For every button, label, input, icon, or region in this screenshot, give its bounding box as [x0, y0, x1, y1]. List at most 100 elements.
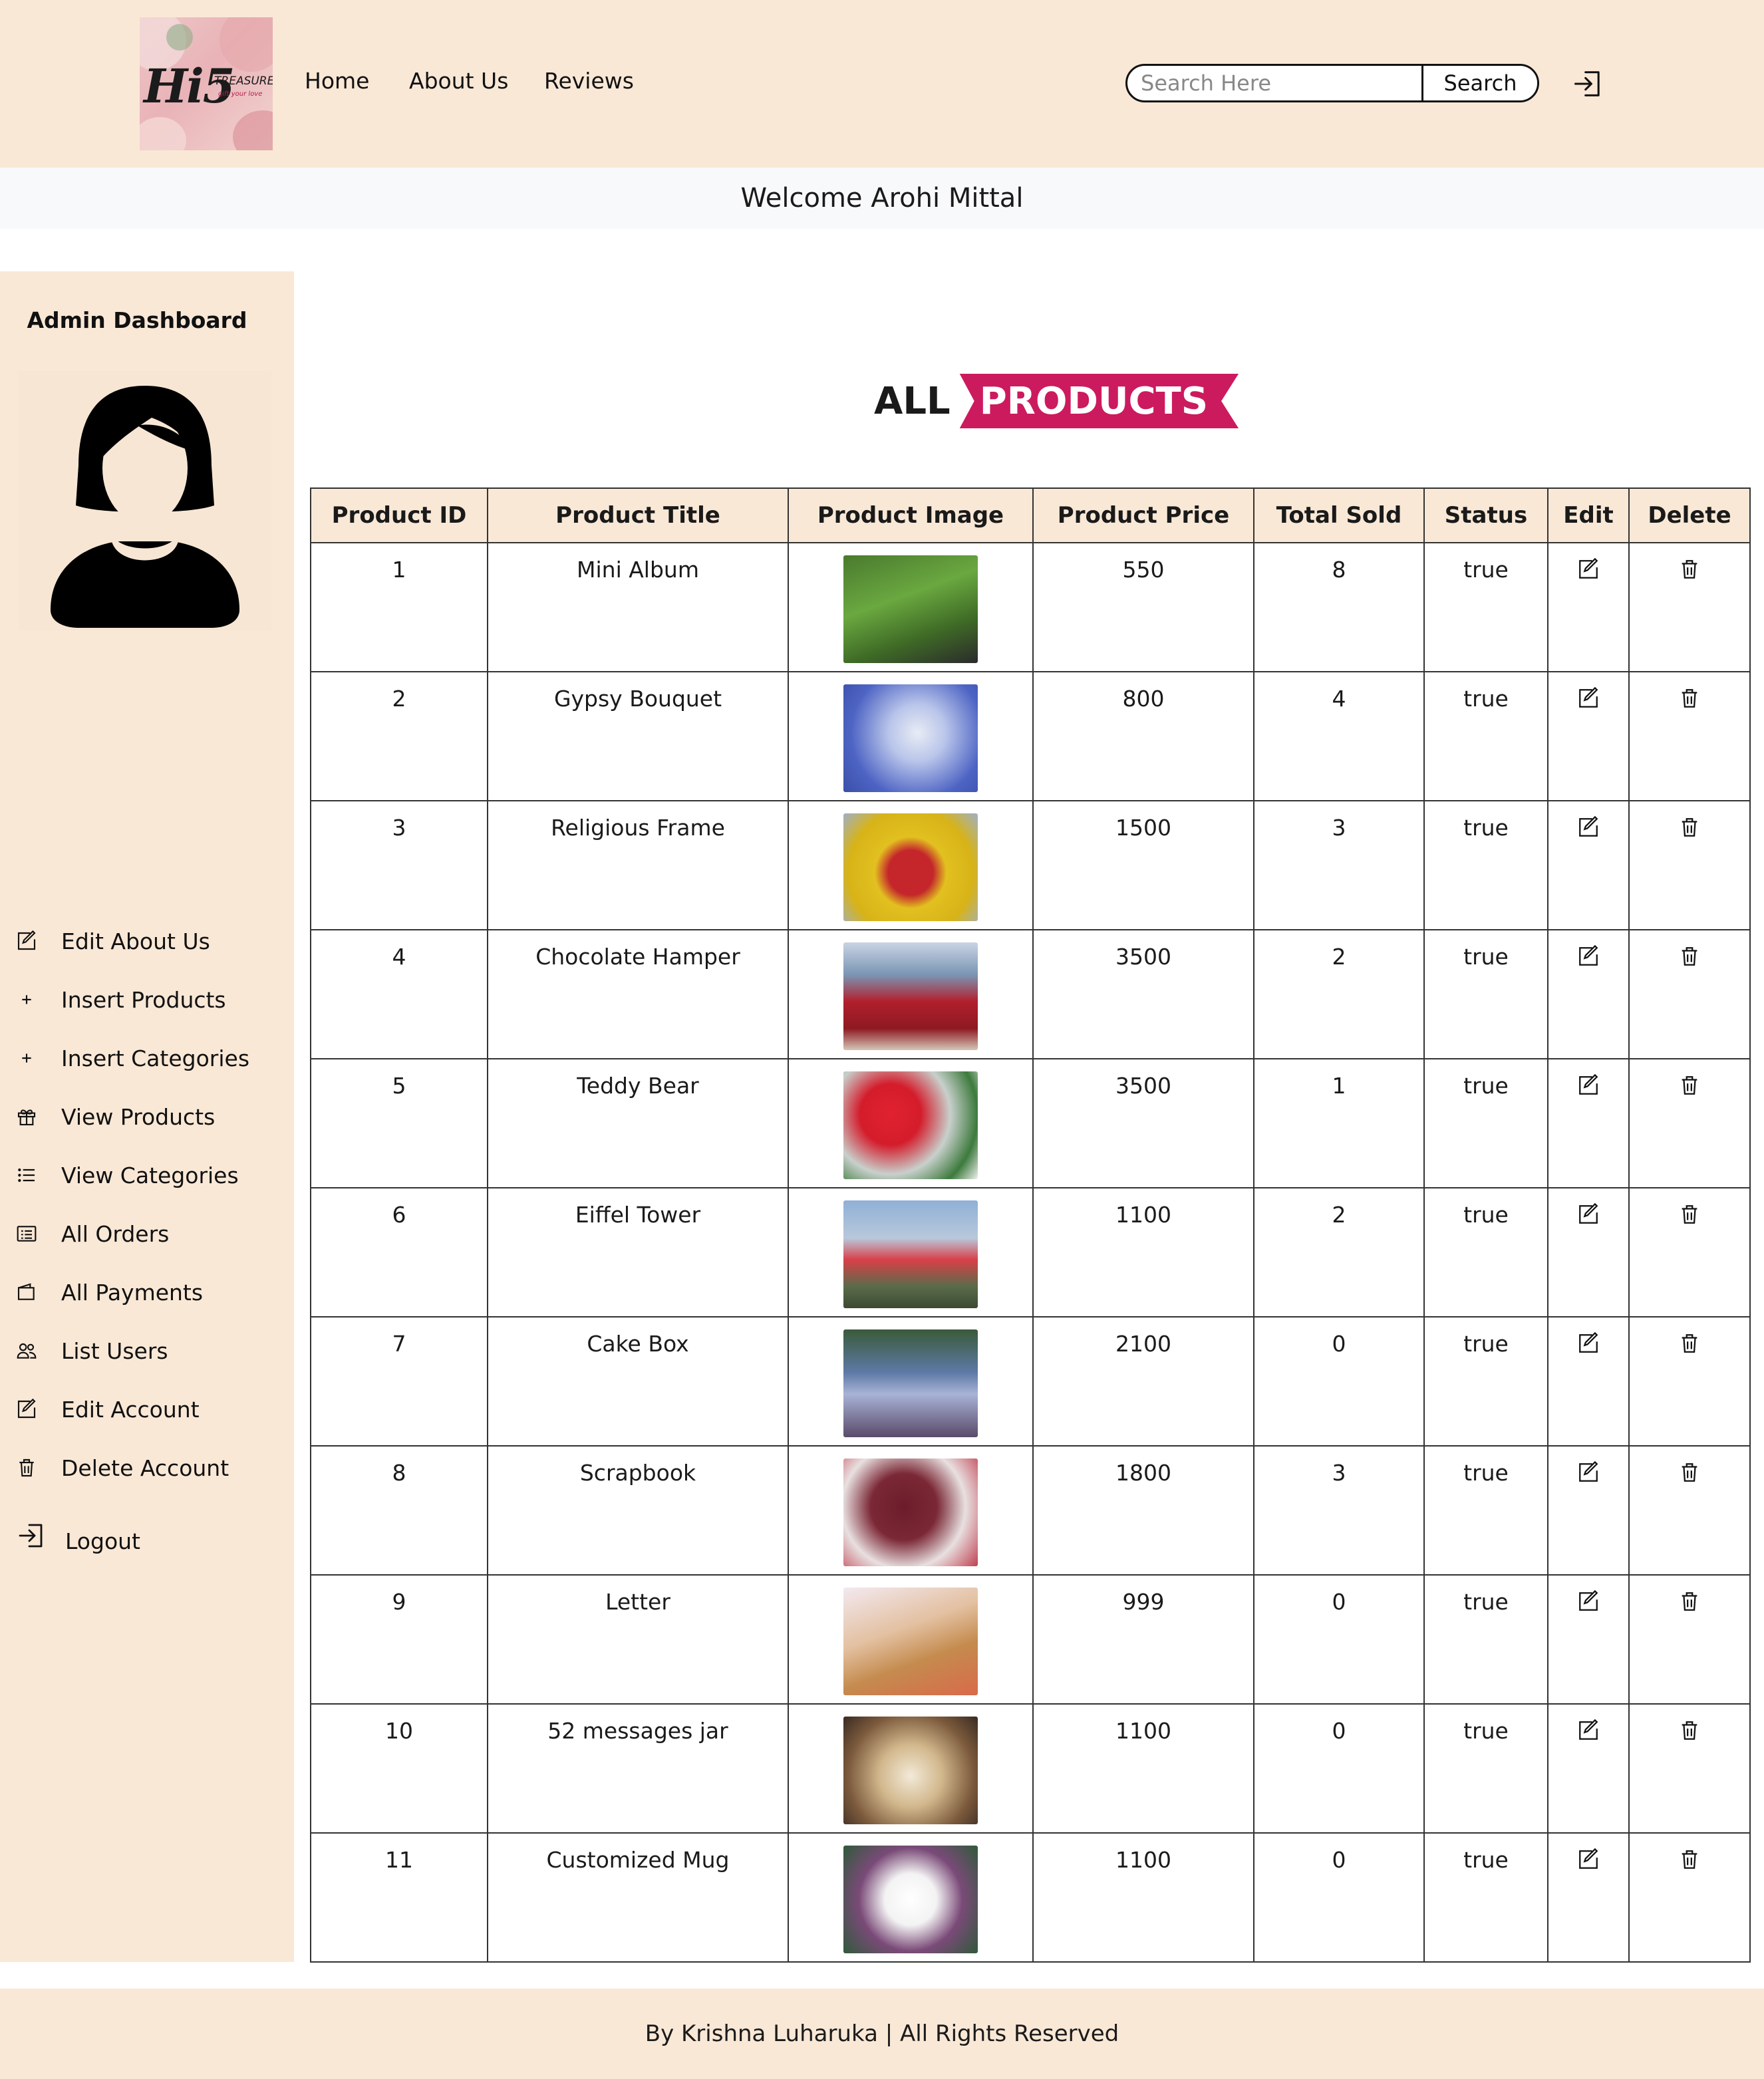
- logo-tagline: gift your love: [218, 90, 263, 98]
- edit-icon[interactable]: [1577, 1590, 1600, 1613]
- sidebar-item-list-users[interactable]: List Users: [15, 1334, 168, 1367]
- product-id-cell: 7: [310, 1316, 488, 1447]
- edit-cell: [1547, 1832, 1630, 1963]
- sidebar-item-delete-account[interactable]: Delete Account: [15, 1451, 229, 1484]
- trash-icon[interactable]: [1678, 687, 1701, 710]
- status-cell: true: [1423, 1445, 1548, 1576]
- trash-icon[interactable]: [1678, 816, 1701, 839]
- total-sold-cell: 0: [1253, 1574, 1425, 1705]
- trash-icon[interactable]: [1678, 945, 1701, 968]
- product-title-cell: Customized Mug: [487, 1832, 789, 1963]
- edit-cell: [1547, 800, 1630, 930]
- total-sold-cell: 0: [1253, 1316, 1425, 1447]
- table-row: 9 Letter 999 0 true: [310, 1574, 1751, 1705]
- product-id-cell: 5: [310, 1058, 488, 1188]
- trash-icon[interactable]: [1678, 1590, 1701, 1613]
- product-id-cell: 4: [310, 929, 488, 1059]
- page-title: ALL PRODUCTS: [874, 374, 1239, 428]
- product-price-cell: 800: [1032, 671, 1254, 801]
- nav-link-about-us[interactable]: About Us: [409, 68, 508, 94]
- sidebar-item-logout[interactable]: Logout: [15, 1519, 140, 1554]
- product-title-cell: Chocolate Hamper: [487, 929, 789, 1059]
- search-input[interactable]: [1127, 66, 1421, 100]
- letter-image: [843, 1588, 978, 1695]
- trash-icon[interactable]: [1678, 558, 1701, 581]
- product-price-cell: 1100: [1032, 1187, 1254, 1317]
- status-cell: true: [1423, 800, 1548, 930]
- delete-cell: [1628, 1832, 1751, 1963]
- sidebar-item-label: Insert Products: [61, 986, 226, 1013]
- sidebar-item-view-products[interactable]: View Products: [15, 1100, 215, 1133]
- table-row: 1 Mini Album 550 8 true: [310, 542, 1751, 672]
- sidebar-item-view-categories[interactable]: View Categories: [15, 1159, 239, 1192]
- trash-icon[interactable]: [1678, 1332, 1701, 1355]
- delete-cell: [1628, 671, 1751, 801]
- sidebar-item-label: View Products: [61, 1103, 216, 1130]
- edit-icon[interactable]: [1577, 1202, 1600, 1226]
- edit-icon[interactable]: [1577, 815, 1600, 839]
- total-sold-cell: 4: [1253, 671, 1425, 801]
- edit-icon[interactable]: [1577, 1073, 1600, 1097]
- edit-cell: [1547, 671, 1630, 801]
- sidebar-item-all-orders[interactable]: All Orders: [15, 1217, 169, 1250]
- product-image-cell: [788, 671, 1034, 801]
- table-row: 2 Gypsy Bouquet 800 4 true: [310, 671, 1751, 801]
- column-header-product-id: Product ID: [310, 487, 488, 543]
- gypsy-bouquet-image: [843, 684, 978, 792]
- brand-logo[interactable]: Hi5 TREASURES gift your love: [140, 17, 273, 150]
- sidebar-item-edit-about-us[interactable]: Edit About Us: [15, 924, 210, 958]
- edit-icon[interactable]: [1577, 944, 1600, 968]
- status-cell: true: [1423, 1058, 1548, 1188]
- sidebar-item-insert-products[interactable]: Insert Products: [15, 983, 226, 1016]
- table-body: 1 Mini Album 550 8 true 2 Gypsy Bouquet 800 4 tru…: [310, 542, 1751, 1963]
- delete-cell: [1628, 1058, 1751, 1188]
- product-title-cell: Cake Box: [487, 1316, 789, 1447]
- delete-cell: [1628, 1316, 1751, 1447]
- edit-icon[interactable]: [1577, 557, 1600, 581]
- edit-cell: [1547, 1574, 1630, 1705]
- trash-icon[interactable]: [1678, 1848, 1701, 1871]
- welcome-bar: Welcome Arohi Mittal: [0, 168, 1764, 229]
- sidebar-item-insert-categories[interactable]: Insert Categories: [15, 1041, 249, 1075]
- table-row: 3 Religious Frame 1500 3 true: [310, 800, 1751, 930]
- column-header-total-sold: Total Sold: [1253, 487, 1425, 543]
- product-image-cell: [788, 1703, 1034, 1834]
- welcome-text: Welcome Arohi Mittal: [740, 183, 1024, 213]
- table-header-row: Product ID Product Title Product Image P…: [310, 487, 1751, 543]
- nav-link-reviews[interactable]: Reviews: [544, 68, 634, 94]
- login-icon[interactable]: [1571, 67, 1606, 101]
- delete-cell: [1628, 800, 1751, 930]
- edit-icon[interactable]: [1577, 1719, 1600, 1742]
- product-id-cell: 2: [310, 671, 488, 801]
- column-header-product-image: Product Image: [788, 487, 1034, 543]
- product-image-cell: [788, 542, 1034, 672]
- product-price-cell: 2100: [1032, 1316, 1254, 1447]
- table-header: Product ID Product Title Product Image P…: [310, 487, 1751, 543]
- edit-icon[interactable]: [1577, 686, 1600, 710]
- sidebar-item-label: Edit Account: [61, 1396, 200, 1423]
- edit-icon[interactable]: [1577, 1460, 1600, 1484]
- sidebar-item-all-payments[interactable]: All Payments: [15, 1276, 203, 1309]
- logo-sub-text: TREASURES: [214, 74, 273, 88]
- product-price-cell: 3500: [1032, 1058, 1254, 1188]
- trash-icon[interactable]: [1678, 1719, 1701, 1742]
- trash-icon[interactable]: [1678, 1203, 1701, 1226]
- product-title-cell: 52 messages jar: [487, 1703, 789, 1834]
- search-form: Search: [1125, 64, 1539, 102]
- trash-icon[interactable]: [1678, 1074, 1701, 1097]
- messages-jar-image: [843, 1717, 978, 1824]
- search-button[interactable]: Search: [1421, 66, 1537, 100]
- plus-icon: [15, 988, 39, 1012]
- sidebar-item-label: List Users: [61, 1337, 168, 1364]
- edit-icon[interactable]: [1577, 1331, 1600, 1355]
- nav-link-home[interactable]: Home: [305, 68, 369, 94]
- edit-icon: [15, 1397, 39, 1421]
- edit-icon: [15, 929, 39, 953]
- product-id-cell: 10: [310, 1703, 488, 1834]
- teddy-bear-image: [843, 1071, 978, 1179]
- trash-icon[interactable]: [1678, 1461, 1701, 1484]
- sidebar-item-edit-account[interactable]: Edit Account: [15, 1393, 200, 1426]
- product-id-cell: 9: [310, 1574, 488, 1705]
- navbar: Hi5 TREASURES gift your love Home About …: [0, 0, 1764, 168]
- edit-icon[interactable]: [1577, 1848, 1600, 1871]
